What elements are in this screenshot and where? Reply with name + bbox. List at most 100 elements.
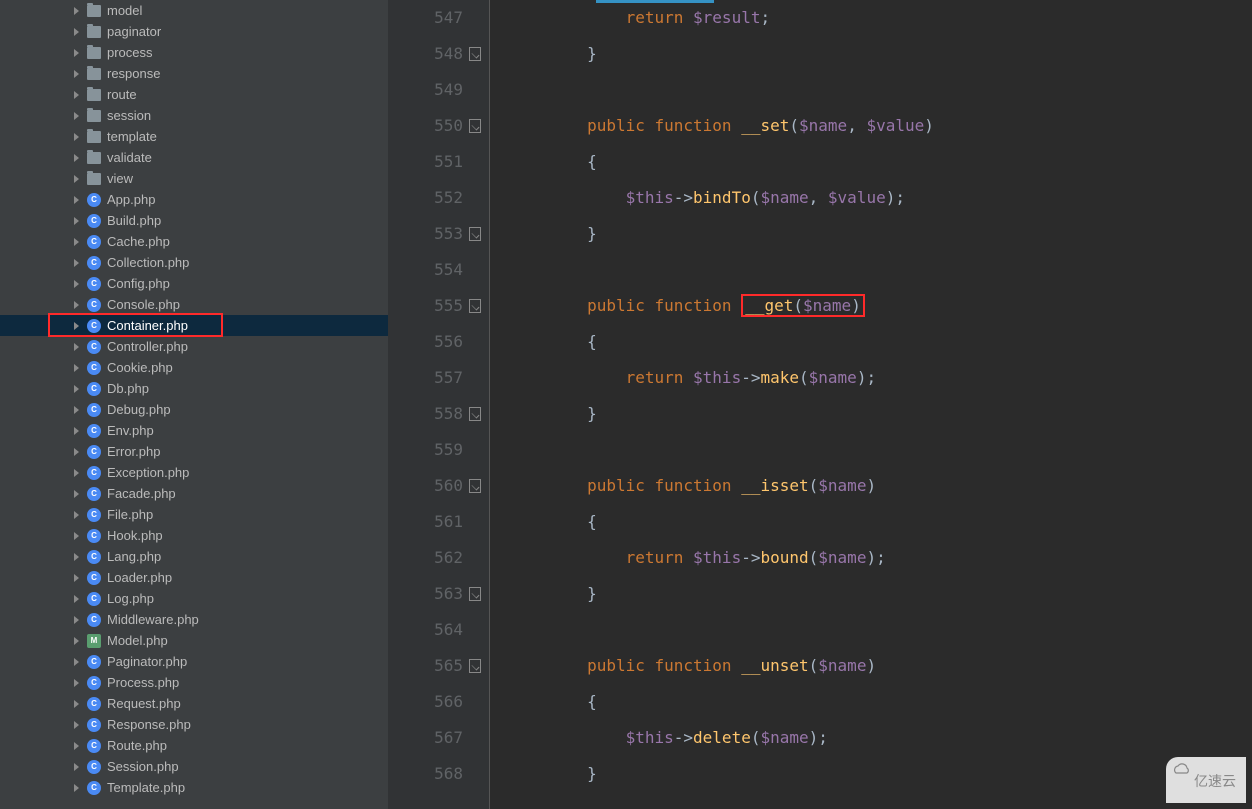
file-item[interactable]: Console.php (0, 294, 388, 315)
file-item[interactable]: File.php (0, 504, 388, 525)
expand-arrow-icon[interactable] (74, 154, 79, 162)
file-item[interactable]: App.php (0, 189, 388, 210)
expand-arrow-icon[interactable] (74, 259, 79, 267)
file-item[interactable]: Middleware.php (0, 609, 388, 630)
expand-arrow-icon[interactable] (74, 742, 79, 750)
code-line[interactable]: public function __isset($name) (510, 468, 1252, 504)
fold-marker-icon[interactable] (469, 587, 481, 601)
expand-arrow-icon[interactable] (74, 469, 79, 477)
folder-item[interactable]: view (0, 168, 388, 189)
expand-arrow-icon[interactable] (74, 301, 79, 309)
fold-marker-icon[interactable] (469, 119, 481, 133)
file-item[interactable]: Process.php (0, 672, 388, 693)
file-item[interactable]: Db.php (0, 378, 388, 399)
expand-arrow-icon[interactable] (74, 427, 79, 435)
code-line[interactable]: } (510, 756, 1252, 792)
code-editor[interactable]: 5475485495505515525535545555565575585595… (388, 0, 1252, 809)
folder-item[interactable]: route (0, 84, 388, 105)
code-line[interactable]: public function __get($name) (510, 288, 1252, 324)
file-item[interactable]: Env.php (0, 420, 388, 441)
folder-item[interactable]: session (0, 105, 388, 126)
folder-item[interactable]: model (0, 0, 388, 21)
expand-arrow-icon[interactable] (74, 196, 79, 204)
code-line[interactable]: } (510, 36, 1252, 72)
expand-arrow-icon[interactable] (74, 280, 79, 288)
expand-arrow-icon[interactable] (74, 70, 79, 78)
expand-arrow-icon[interactable] (74, 553, 79, 561)
file-item[interactable]: Hook.php (0, 525, 388, 546)
file-item[interactable]: Error.php (0, 441, 388, 462)
expand-arrow-icon[interactable] (74, 532, 79, 540)
fold-marker-icon[interactable] (469, 227, 481, 241)
expand-arrow-icon[interactable] (74, 49, 79, 57)
code-line[interactable]: public function __set($name, $value) (510, 108, 1252, 144)
expand-arrow-icon[interactable] (74, 784, 79, 792)
fold-marker-icon[interactable] (469, 407, 481, 421)
expand-arrow-icon[interactable] (74, 175, 79, 183)
file-item[interactable]: Facade.php (0, 483, 388, 504)
expand-arrow-icon[interactable] (74, 679, 79, 687)
file-item[interactable]: Debug.php (0, 399, 388, 420)
code-area[interactable]: return $result; } public function __set(… (490, 0, 1252, 809)
code-line[interactable]: public function __unset($name) (510, 648, 1252, 684)
file-item[interactable]: Model.php (0, 630, 388, 651)
expand-arrow-icon[interactable] (74, 385, 79, 393)
expand-arrow-icon[interactable] (74, 616, 79, 624)
expand-arrow-icon[interactable] (74, 91, 79, 99)
code-line[interactable]: { (510, 684, 1252, 720)
folder-item[interactable]: paginator (0, 21, 388, 42)
file-item[interactable]: Controller.php (0, 336, 388, 357)
code-line[interactable]: { (510, 144, 1252, 180)
code-line[interactable]: $this->delete($name); (510, 720, 1252, 756)
fold-marker-icon[interactable] (469, 299, 481, 313)
fold-marker-icon[interactable] (469, 47, 481, 61)
file-item[interactable]: Log.php (0, 588, 388, 609)
file-item[interactable]: Loader.php (0, 567, 388, 588)
folder-item[interactable]: template (0, 126, 388, 147)
expand-arrow-icon[interactable] (74, 343, 79, 351)
code-line[interactable]: } (510, 576, 1252, 612)
code-line[interactable]: $this->bindTo($name, $value); (510, 180, 1252, 216)
expand-arrow-icon[interactable] (74, 595, 79, 603)
code-line[interactable]: return $this->bound($name); (510, 540, 1252, 576)
expand-arrow-icon[interactable] (74, 133, 79, 141)
file-item[interactable]: Container.php (0, 315, 388, 336)
expand-arrow-icon[interactable] (74, 7, 79, 15)
expand-arrow-icon[interactable] (74, 637, 79, 645)
expand-arrow-icon[interactable] (74, 406, 79, 414)
expand-arrow-icon[interactable] (74, 28, 79, 36)
code-line[interactable]: } (510, 396, 1252, 432)
folder-item[interactable]: response (0, 63, 388, 84)
code-line[interactable]: return $this->make($name); (510, 360, 1252, 396)
expand-arrow-icon[interactable] (74, 448, 79, 456)
folder-item[interactable]: process (0, 42, 388, 63)
code-line[interactable]: { (510, 504, 1252, 540)
expand-arrow-icon[interactable] (74, 238, 79, 246)
file-item[interactable]: Config.php (0, 273, 388, 294)
expand-arrow-icon[interactable] (74, 112, 79, 120)
expand-arrow-icon[interactable] (74, 763, 79, 771)
expand-arrow-icon[interactable] (74, 700, 79, 708)
file-item[interactable]: Lang.php (0, 546, 388, 567)
code-line[interactable]: { (510, 324, 1252, 360)
file-item[interactable]: Template.php (0, 777, 388, 798)
expand-arrow-icon[interactable] (74, 574, 79, 582)
expand-arrow-icon[interactable] (74, 511, 79, 519)
code-line[interactable] (510, 252, 1252, 288)
file-item[interactable]: Cookie.php (0, 357, 388, 378)
expand-arrow-icon[interactable] (74, 490, 79, 498)
file-item[interactable]: Route.php (0, 735, 388, 756)
expand-arrow-icon[interactable] (74, 322, 79, 330)
file-item[interactable]: Paginator.php (0, 651, 388, 672)
file-item[interactable]: Session.php (0, 756, 388, 777)
expand-arrow-icon[interactable] (74, 721, 79, 729)
file-item[interactable]: Build.php (0, 210, 388, 231)
fold-marker-icon[interactable] (469, 659, 481, 673)
file-item[interactable]: Collection.php (0, 252, 388, 273)
fold-marker-icon[interactable] (469, 479, 481, 493)
code-line[interactable]: } (510, 216, 1252, 252)
expand-arrow-icon[interactable] (74, 364, 79, 372)
folder-item[interactable]: validate (0, 147, 388, 168)
expand-arrow-icon[interactable] (74, 658, 79, 666)
project-sidebar[interactable]: modelpaginatorprocessresponseroutesessio… (0, 0, 388, 809)
